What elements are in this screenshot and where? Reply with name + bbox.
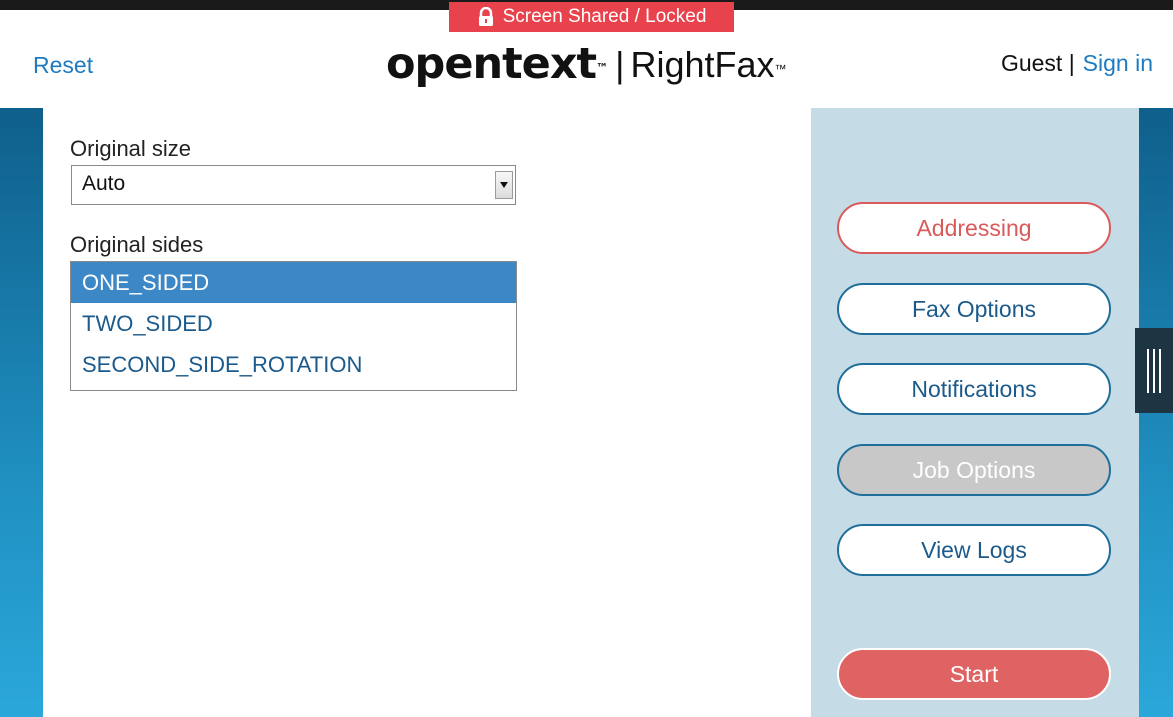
lock-banner-text: Screen Shared / Locked bbox=[502, 6, 707, 27]
sign-in-link[interactable]: Sign in bbox=[1083, 50, 1153, 77]
reset-link[interactable]: Reset bbox=[33, 52, 93, 79]
original-sides-listbox[interactable]: ONE_SIDED TWO_SIDED SECOND_SIDE_ROTATION bbox=[70, 261, 517, 391]
brand-logo: opentext™ | RightFax™ bbox=[386, 37, 787, 87]
list-item-second-side-rotation[interactable]: SECOND_SIDE_ROTATION bbox=[71, 344, 516, 385]
addressing-button[interactable]: Addressing bbox=[837, 202, 1111, 254]
brand-separator: | bbox=[615, 44, 625, 85]
drag-handle-icon[interactable] bbox=[1135, 328, 1173, 413]
user-area: Guest | Sign in bbox=[1001, 50, 1153, 77]
start-button[interactable]: Start bbox=[837, 648, 1111, 700]
guest-label: Guest | bbox=[1000, 50, 1075, 76]
chevron-down-icon[interactable] bbox=[495, 171, 513, 199]
screen-locked-banner: Screen Shared / Locked bbox=[449, 2, 734, 32]
original-size-value: Auto bbox=[82, 172, 126, 195]
original-size-select[interactable]: Auto bbox=[71, 165, 516, 205]
list-item-one-sided[interactable]: ONE_SIDED bbox=[71, 262, 516, 303]
original-size-label: Original size bbox=[70, 136, 192, 161]
left-border-strip bbox=[0, 108, 43, 717]
main-content: Original size Auto Original sides ONE_SI… bbox=[43, 108, 811, 717]
job-options-button[interactable]: Job Options bbox=[837, 444, 1111, 496]
view-logs-button[interactable]: View Logs bbox=[837, 524, 1111, 576]
original-sides-label: Original sides bbox=[70, 232, 204, 257]
brand-opentext: opentext™ bbox=[386, 39, 608, 89]
lock-icon bbox=[478, 7, 493, 26]
list-item-two-sided[interactable]: TWO_SIDED bbox=[71, 303, 516, 344]
fax-options-button[interactable]: Fax Options bbox=[837, 283, 1111, 335]
brand-rightfax: RightFax™ bbox=[630, 44, 787, 85]
notifications-button[interactable]: Notifications bbox=[837, 363, 1111, 415]
